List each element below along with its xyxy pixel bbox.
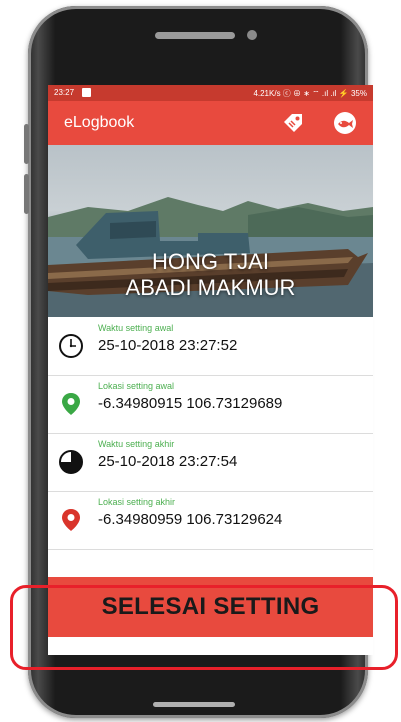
status-bar: 23:27 4.21K/s ⓒ ⊕ ∗ ⌔ .ıl .ıl ⚡ 35% [48,85,373,101]
fish-icon[interactable] [332,110,358,136]
list-item-start-location: Lokasi setting awal -6.34980915 106.7312… [48,375,373,434]
location-pin-red-icon [58,507,84,533]
status-indicators: 4.21K/s ⓒ ⊕ ∗ ⌔ .ıl .ıl ⚡ 35% [253,89,367,98]
end-time-value: 25-10-2018 23:27:54 [98,453,238,470]
app-screen: 23:27 4.21K/s ⓒ ⊕ ∗ ⌔ .ıl .ıl ⚡ 35% eLog… [48,85,373,655]
vessel-hero-image: HONG TJAI ABADI MAKMUR [48,145,373,317]
clock-icon [58,333,84,359]
app-bar: eLogbook [48,101,373,145]
volume-up-button [24,124,29,164]
list-item-end-location: Lokasi setting akhir -6.34980959 106.731… [48,491,373,550]
end-location-value: -6.34980959 106.73129624 [98,511,283,528]
front-camera [247,30,257,40]
status-time: 23:27 [54,88,75,97]
start-location-label: Lokasi setting awal [98,381,175,391]
start-time-value: 25-10-2018 23:27:52 [98,337,238,354]
vessel-name-line2: ABADI MAKMUR [125,275,296,300]
app-title: eLogbook [64,114,135,131]
location-pin-green-icon [58,391,84,417]
highlight-annotation [10,585,398,670]
end-location-label: Lokasi setting akhir [98,497,176,507]
list-item-start-time: Waktu setting awal 25-10-2018 23:27:52 [48,317,373,376]
end-time-label: Waktu setting akhir [98,439,175,449]
earpiece-speaker [155,32,235,39]
volume-down-button [24,174,29,214]
vessel-name-line1: HONG TJAI [152,249,269,274]
list-item-end-time: Waktu setting akhir 25-10-2018 23:27:54 [48,433,373,492]
start-time-label: Waktu setting awal [98,323,174,333]
start-location-value: -6.34980915 106.73129689 [98,395,283,412]
notification-icon [82,88,91,97]
home-indicator [153,702,235,707]
tag-icon[interactable] [280,110,306,136]
clock-progress-icon [58,449,84,475]
